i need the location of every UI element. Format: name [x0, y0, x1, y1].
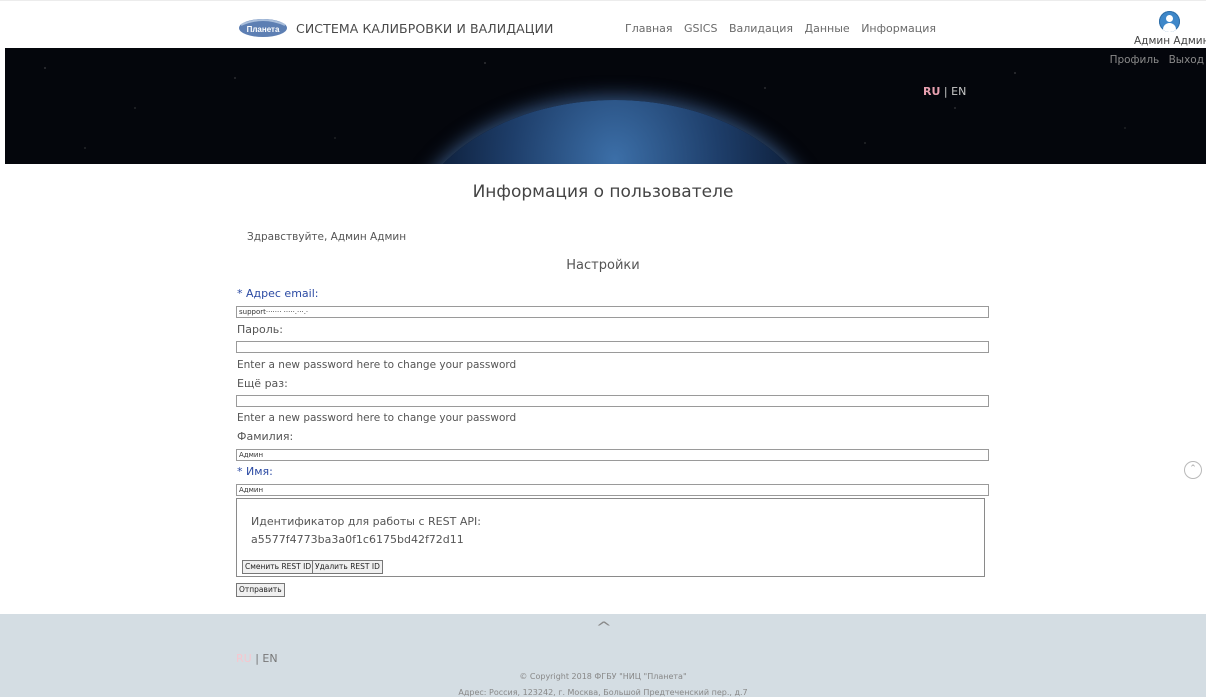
password-confirm-field[interactable] — [236, 395, 989, 407]
profile-link[interactable]: Профиль — [1110, 54, 1160, 66]
nav-item-data[interactable]: Данные — [805, 22, 850, 35]
firstname-label: * Имя: — [237, 465, 273, 478]
footer: ^ RU | EN © Copyright 2018 ФГБУ "НИЦ "Пл… — [0, 614, 1206, 697]
main-nav: Главная GSICS Валидация Данные Информаци… — [625, 22, 944, 35]
nav-item-gsics[interactable]: GSICS — [684, 22, 717, 35]
lang-en[interactable]: EN — [951, 85, 966, 98]
email-field[interactable]: support······· ·····.···.· — [236, 306, 989, 318]
user-name[interactable]: Админ Админ — [1134, 35, 1206, 47]
footer-lang-ru[interactable]: RU — [236, 652, 252, 665]
logout-link[interactable]: Выход — [1169, 54, 1204, 66]
user-menu[interactable]: Админ Админ — [1134, 11, 1206, 47]
user-avatar-icon[interactable] — [1158, 11, 1180, 32]
site-title[interactable]: СИСТЕМА КАЛИБРОВКИ И ВАЛИДАЦИИ — [296, 21, 553, 36]
footer-lang-en[interactable]: EN — [262, 652, 277, 665]
page-title: Информация о пользователе — [472, 182, 734, 202]
lastname-field[interactable]: Админ — [236, 449, 989, 461]
lang-ru[interactable]: RU — [923, 85, 940, 98]
language-switcher: RU | EN — [923, 85, 966, 98]
submit-button[interactable]: Отправить — [236, 583, 285, 597]
nav-item-validation[interactable]: Валидация — [729, 22, 793, 35]
planeta-logo[interactable]: Планета — [238, 17, 288, 38]
change-api-id-button[interactable]: Сменить REST ID — [242, 560, 315, 574]
api-id-value: a5577f4773ba3a0f1c6175bd42f72d11 — [251, 533, 464, 546]
nav-item-info[interactable]: Информация — [861, 22, 936, 35]
delete-api-id-button[interactable]: Удалить REST ID — [312, 560, 383, 574]
lang-separator: | — [943, 85, 948, 98]
email-label: * Адрес email: — [237, 287, 319, 300]
scroll-up-icon[interactable]: ⌃ — [1184, 461, 1202, 479]
nav-item-home[interactable]: Главная — [625, 22, 673, 35]
settings-title: Настройки — [566, 258, 640, 273]
api-id-box: Идентификатор для работы с REST API: a55… — [236, 498, 985, 577]
password-label: Пароль: — [237, 323, 283, 336]
footer-lang-separator: | — [255, 652, 259, 665]
password-hint: Enter a new password here to change your… — [237, 359, 517, 371]
password-confirm-hint: Enter a new password here to change your… — [237, 412, 517, 424]
user-links: Профиль Выход — [1104, 54, 1204, 66]
hero-banner: RU | EN Профиль Выход — [5, 48, 1206, 164]
footer-up-arrow-icon[interactable]: ^ — [596, 620, 612, 636]
password-confirm-label: Ещё раз: — [237, 377, 288, 390]
logo-text: Планета — [247, 25, 280, 34]
password-field[interactable] — [236, 341, 989, 353]
api-id-label: Идентификатор для работы с REST API: — [251, 515, 481, 528]
firstname-field[interactable]: Админ — [236, 484, 989, 496]
footer-language-switcher: RU | EN — [236, 652, 278, 665]
address-text: Адрес: Россия, 123242, г. Москва, Большо… — [458, 688, 748, 697]
greeting-text: Здравствуйте, Админ Админ — [247, 231, 407, 243]
copyright-text: © Copyright 2018 ФГБУ "НИЦ "Планета" — [519, 672, 687, 681]
top-navbar: Планета СИСТЕМА КАЛИБРОВКИ И ВАЛИДАЦИИ Г… — [0, 0, 1206, 47]
lastname-label: Фамилия: — [237, 430, 294, 443]
